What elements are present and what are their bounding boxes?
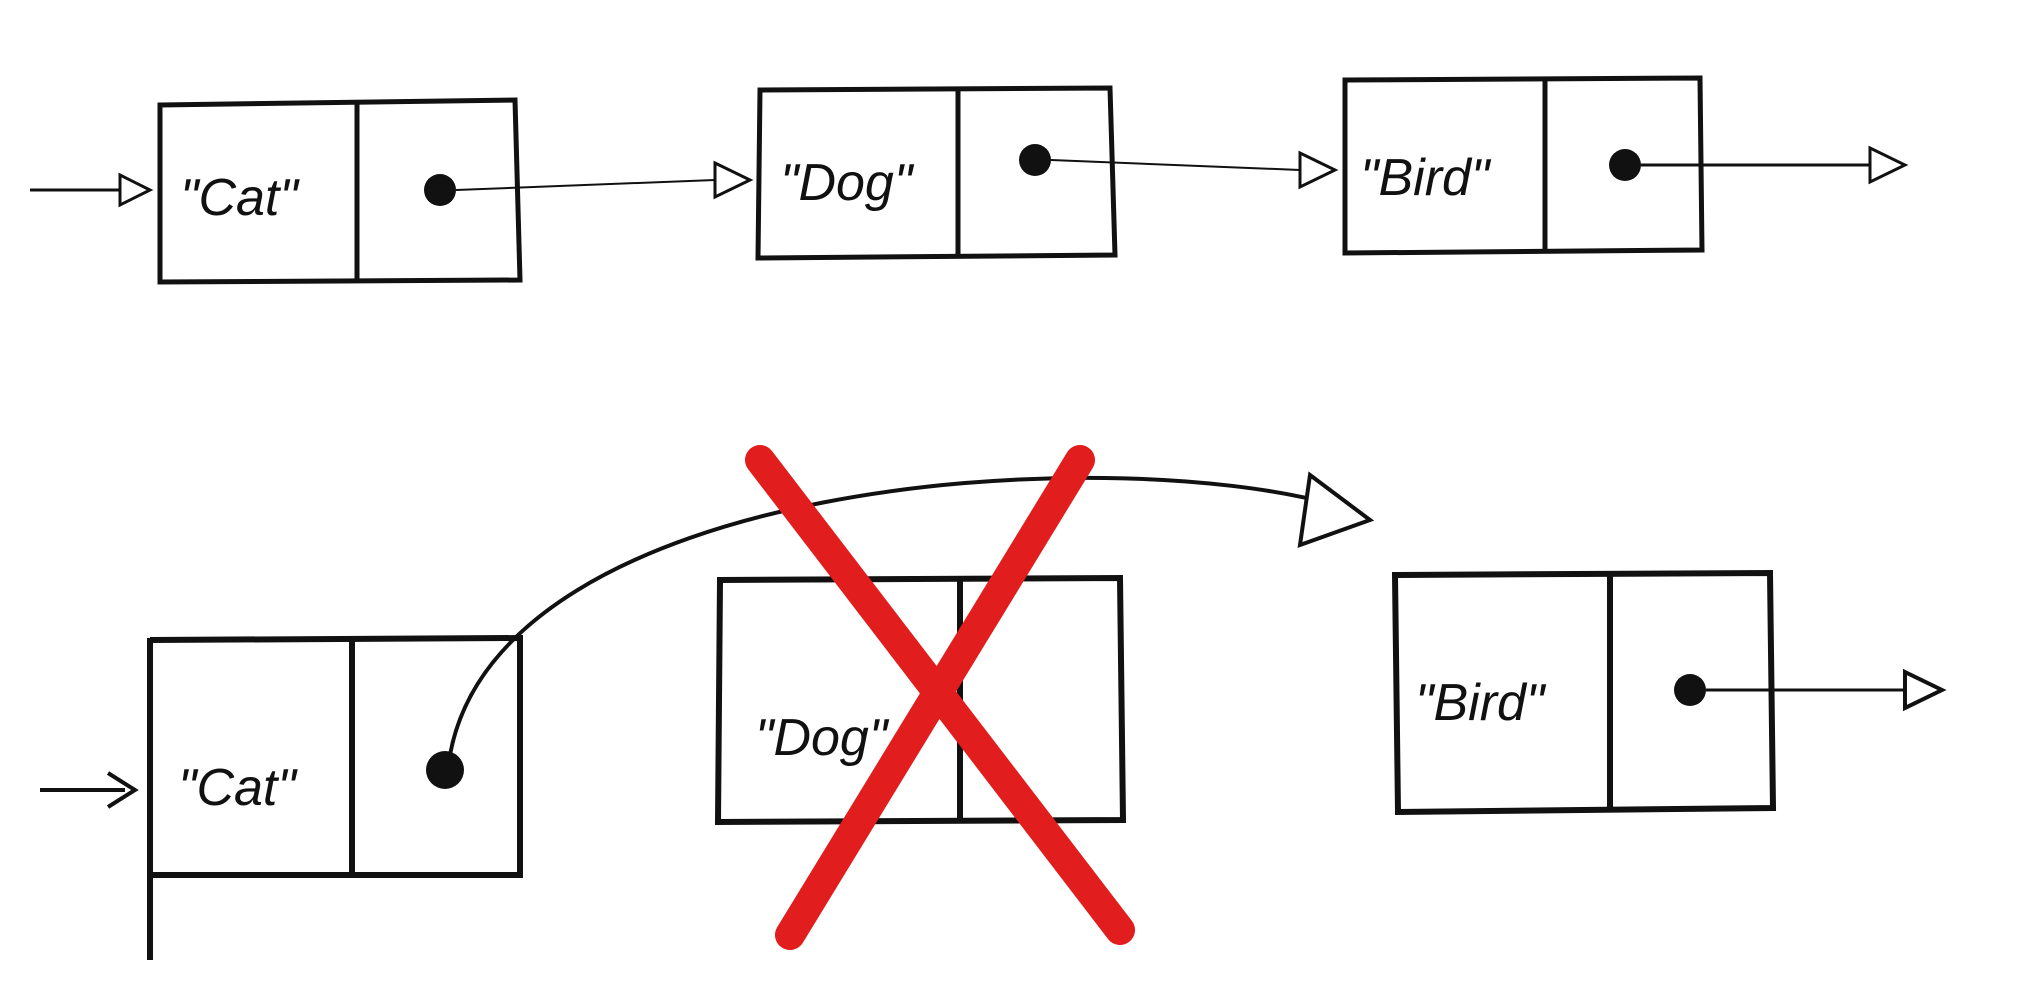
arrow-dog-to-bird-top [1051, 153, 1335, 187]
node-bird-top-label: "Bird" [1360, 149, 1492, 207]
pointer-dot-icon [1019, 144, 1051, 176]
node-dog-top-label: "Dog" [780, 154, 915, 212]
node-dog-top: "Dog" [758, 88, 1115, 258]
pointer-dot-icon [426, 751, 464, 789]
arrow-bird-out-top [1641, 148, 1905, 182]
arrow-head-into-cat-top [30, 175, 150, 205]
node-cat-top: "Cat" [160, 100, 520, 282]
pointer-dot-icon [1609, 149, 1641, 181]
delete-x-icon [760, 460, 1120, 935]
arrow-cat-to-dog-top [456, 163, 750, 197]
node-bird-bottom: "Bird" [1395, 573, 1773, 812]
pointer-dot-icon [1674, 674, 1706, 706]
node-cat-top-label: "Cat" [180, 169, 300, 227]
node-cat-bottom-label: "Cat" [178, 759, 298, 817]
node-bird-bottom-label: "Bird" [1415, 674, 1547, 732]
node-cat-bottom: "Cat" [150, 638, 520, 960]
arrow-bird-out-bottom [1706, 672, 1942, 708]
arrow-head-into-cat-bottom [40, 773, 135, 807]
pointer-dot-icon [424, 174, 456, 206]
linked-list-diagram: "Cat" "Dog" "Bird" [0, 0, 2040, 991]
node-dog-bottom-label: "Dog" [755, 709, 890, 767]
